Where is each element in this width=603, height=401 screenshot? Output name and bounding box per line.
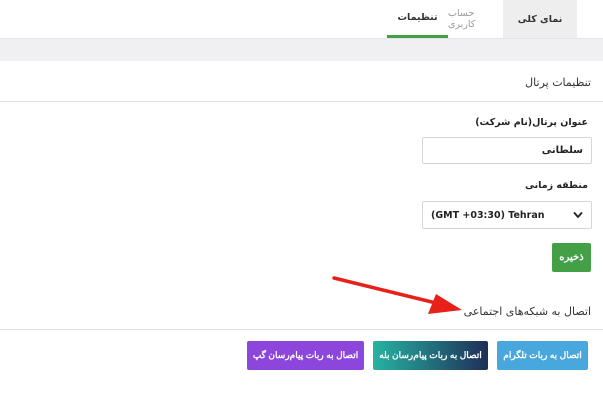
divider <box>0 101 603 102</box>
red-arrow-annotation <box>332 276 462 314</box>
timezone-label: منطقه زمانی <box>524 180 588 191</box>
tab-bar: نمای کلی حساب کاربری تنظیمات <box>0 0 603 38</box>
company-name-input[interactable] <box>422 137 592 164</box>
connect-gap-button[interactable]: اتصال به ربات پیام‌رسان گپ <box>247 341 364 370</box>
tab-account[interactable]: حساب کاربری <box>448 0 498 38</box>
connect-bale-button[interactable]: اتصال به ربات پیام‌رسان بله <box>373 341 488 370</box>
toolbar-strip <box>0 38 603 61</box>
tab-overview[interactable]: نمای کلی <box>503 0 577 38</box>
tab-settings[interactable]: تنظیمات <box>387 0 448 38</box>
timezone-selected-value: (GMT +03:30) Tehran <box>431 209 545 221</box>
portal-settings-title: تنظیمات پرتال <box>525 76 591 89</box>
social-networks-title: اتصال به شبکه‌های اجتماعی <box>463 305 591 318</box>
save-button[interactable]: ذخیره <box>552 243 591 272</box>
divider <box>0 329 603 330</box>
connect-telegram-button[interactable]: اتصال به ربات تلگرام <box>497 341 588 370</box>
timezone-select[interactable]: (GMT +03:30) Tehran <box>422 201 592 229</box>
chevron-down-icon <box>573 210 583 220</box>
company-name-label: عنوان پرتال(نام شرکت) <box>475 117 588 128</box>
